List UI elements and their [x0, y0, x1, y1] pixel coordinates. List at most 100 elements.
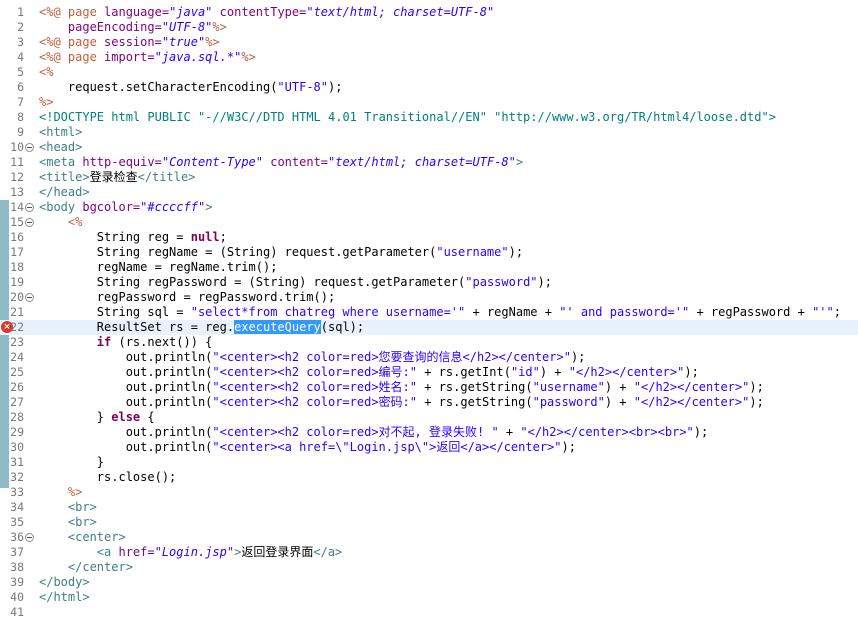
error-icon[interactable]: ×	[1, 321, 13, 333]
code-text[interactable]: out.println("<center><a href=\"Login.jsp…	[39, 440, 576, 455]
code-line[interactable]: 38 </center>	[0, 560, 858, 575]
code-text[interactable]: out.println("<center><h2 color=red>您要查询的…	[39, 350, 586, 365]
code-line[interactable]: 19 String regPassword = (String) request…	[0, 275, 858, 290]
code-line[interactable]: 12 <title>登录检查</title>	[0, 170, 858, 185]
line-number: 30	[10, 440, 24, 454]
code-text[interactable]: out.println("<center><h2 color=red>对不起, …	[39, 425, 709, 440]
code-text[interactable]: <%	[39, 215, 82, 230]
code-line[interactable]: 18 regName = regName.trim();	[0, 260, 858, 275]
code-line[interactable]: 21 String sql = "select*from chatreg whe…	[0, 305, 858, 320]
code-text[interactable]: regName = regName.trim();	[39, 260, 278, 275]
code-text[interactable]: <!DOCTYPE html PUBLIC "-//W3C//DTD HTML …	[39, 110, 776, 125]
code-line[interactable]: 29 out.println("<center><h2 color=red>对不…	[0, 425, 858, 440]
code-token: http-equiv=	[82, 155, 162, 169]
code-text[interactable]: } else {	[39, 410, 155, 425]
code-line[interactable]: 20 regPassword = regPassword.trim();	[0, 290, 858, 305]
code-line[interactable]: 6 request.setCharacterEncoding("UTF-8");	[0, 80, 858, 95]
code-text[interactable]: String reg = null;	[39, 230, 227, 245]
code-text[interactable]: </head>	[39, 185, 90, 200]
line-number: 39	[10, 575, 24, 589]
code-line[interactable]: 10 <head>	[0, 140, 858, 155]
code-line[interactable]: 23 if (rs.next()) {	[0, 335, 858, 350]
code-line[interactable]: 9 <html>	[0, 125, 858, 140]
code-token: );	[749, 395, 764, 409]
code-text[interactable]: <%@ page session="true"%>	[39, 35, 220, 50]
code-text[interactable]: request.setCharacterEncoding("UTF-8");	[39, 80, 343, 95]
code-line[interactable]: 36 <center>	[0, 530, 858, 545]
code-token: String sql =	[39, 305, 191, 319]
code-line[interactable]: 34 <br>	[0, 500, 858, 515]
code-text[interactable]: String sql = "select*from chatreg where …	[39, 305, 841, 320]
code-text[interactable]: <head>	[39, 140, 82, 155]
code-text[interactable]: %>	[39, 485, 82, 500]
line-number: 26	[10, 380, 24, 394]
code-text[interactable]: out.println("<center><h2 color=red>姓名:" …	[39, 380, 764, 395]
code-line[interactable]: 3 <%@ page session="true"%>	[0, 35, 858, 50]
code-text[interactable]: <meta http-equiv="Content-Type" content=…	[39, 155, 523, 170]
code-text[interactable]: %>	[39, 95, 53, 110]
code-text[interactable]: <a href="Login.jsp">返回登录界面</a>	[39, 545, 342, 560]
code-text[interactable]: out.println("<center><h2 color=red>编号:" …	[39, 365, 699, 380]
code-text[interactable]: <body bgcolor="#ccccff">	[39, 200, 212, 215]
code-line[interactable]: 41	[0, 605, 858, 620]
code-line[interactable]: 16 String reg = null;	[0, 230, 858, 245]
code-line[interactable]: 2 pageEncoding="UTF-8"%>	[0, 20, 858, 35]
code-text[interactable]: out.println("<center><h2 color=red>密码:" …	[39, 395, 764, 410]
code-text[interactable]: ResultSet rs = reg.executeQuery(sql);	[39, 320, 364, 335]
line-number: 33	[10, 485, 24, 499]
code-line[interactable]: 30 out.println("<center><a href=\"Login.…	[0, 440, 858, 455]
code-text[interactable]: </body>	[39, 575, 90, 590]
fold-toggle-icon[interactable]	[25, 293, 34, 302]
code-line[interactable]: 11 <meta http-equiv="Content-Type" conten…	[0, 155, 858, 170]
code-text[interactable]: if (rs.next()) {	[39, 335, 213, 350]
code-token: out.println(	[39, 440, 213, 454]
code-line[interactable]: 1 <%@ page language="java" contentType="t…	[0, 5, 858, 20]
code-line[interactable]: 37 <a href="Login.jsp">返回登录界面</a>	[0, 545, 858, 560]
code-text[interactable]: String regName = (String) request.getPar…	[39, 245, 523, 260]
code-text[interactable]: <%@ page language="java" contentType="te…	[39, 5, 494, 20]
code-text[interactable]: <%@ page import="java.sql.*"%>	[39, 50, 256, 65]
code-line[interactable]: 22 × ResultSet rs = reg.executeQuery(sql)…	[0, 320, 858, 335]
code-text[interactable]: regPassword = regPassword.trim();	[39, 290, 335, 305]
code-text[interactable]: <br>	[39, 515, 97, 530]
code-line[interactable]: 17 String regName = (String) request.get…	[0, 245, 858, 260]
code-text[interactable]: </center>	[39, 560, 133, 575]
code-text[interactable]: <html>	[39, 125, 82, 140]
code-editor[interactable]: 1 <%@ page language="java" contentType="t…	[0, 0, 858, 623]
code-text[interactable]: }	[39, 455, 104, 470]
code-line[interactable]: 32 rs.close();	[0, 470, 858, 485]
code-line[interactable]: 40 </html>	[0, 590, 858, 605]
code-line[interactable]: 14 <body bgcolor="#ccccff">	[0, 200, 858, 215]
code-text[interactable]: rs.close();	[39, 470, 176, 485]
code-line[interactable]: 35 <br>	[0, 515, 858, 530]
code-line[interactable]: 8 <!DOCTYPE html PUBLIC "-//W3C//DTD HTML…	[0, 110, 858, 125]
code-line[interactable]: 15 <%	[0, 215, 858, 230]
code-text[interactable]: String regPassword = (String) request.ge…	[39, 275, 552, 290]
code-text[interactable]: pageEncoding="UTF-8"%>	[39, 20, 227, 35]
code-token: page	[67, 50, 105, 64]
code-text[interactable]: <title>登录检查</title>	[39, 170, 195, 185]
code-line[interactable]: 25 out.println("<center><h2 color=red>编号…	[0, 365, 858, 380]
code-line[interactable]: 4 <%@ page import="java.sql.*"%>	[0, 50, 858, 65]
code-text[interactable]: <br>	[39, 500, 97, 515]
code-line[interactable]: 7 %>	[0, 95, 858, 110]
code-line[interactable]: 31 }	[0, 455, 858, 470]
fold-toggle-icon[interactable]	[25, 203, 34, 212]
code-line[interactable]: 33 %>	[0, 485, 858, 500]
code-token: out.println(	[39, 395, 213, 409]
code-line[interactable]: 13 </head>	[0, 185, 858, 200]
fold-toggle-icon[interactable]	[25, 533, 34, 542]
code-line[interactable]: 5 <%	[0, 65, 858, 80]
code-line[interactable]: 26 out.println("<center><h2 color=red>姓名…	[0, 380, 858, 395]
code-text[interactable]: </html>	[39, 590, 90, 605]
code-text[interactable]: <center>	[39, 530, 126, 545]
fold-toggle-icon[interactable]	[25, 143, 34, 152]
code-text[interactable]: <%	[39, 65, 53, 80]
code-line[interactable]: 28 } else {	[0, 410, 858, 425]
code-token: {	[140, 410, 155, 424]
code-line[interactable]: 27 out.println("<center><h2 color=red>密码…	[0, 395, 858, 410]
code-line[interactable]: 24 out.println("<center><h2 color=red>您要…	[0, 350, 858, 365]
line-number: 13	[10, 185, 24, 199]
code-line[interactable]: 39 </body>	[0, 575, 858, 590]
fold-toggle-icon[interactable]	[25, 218, 34, 227]
